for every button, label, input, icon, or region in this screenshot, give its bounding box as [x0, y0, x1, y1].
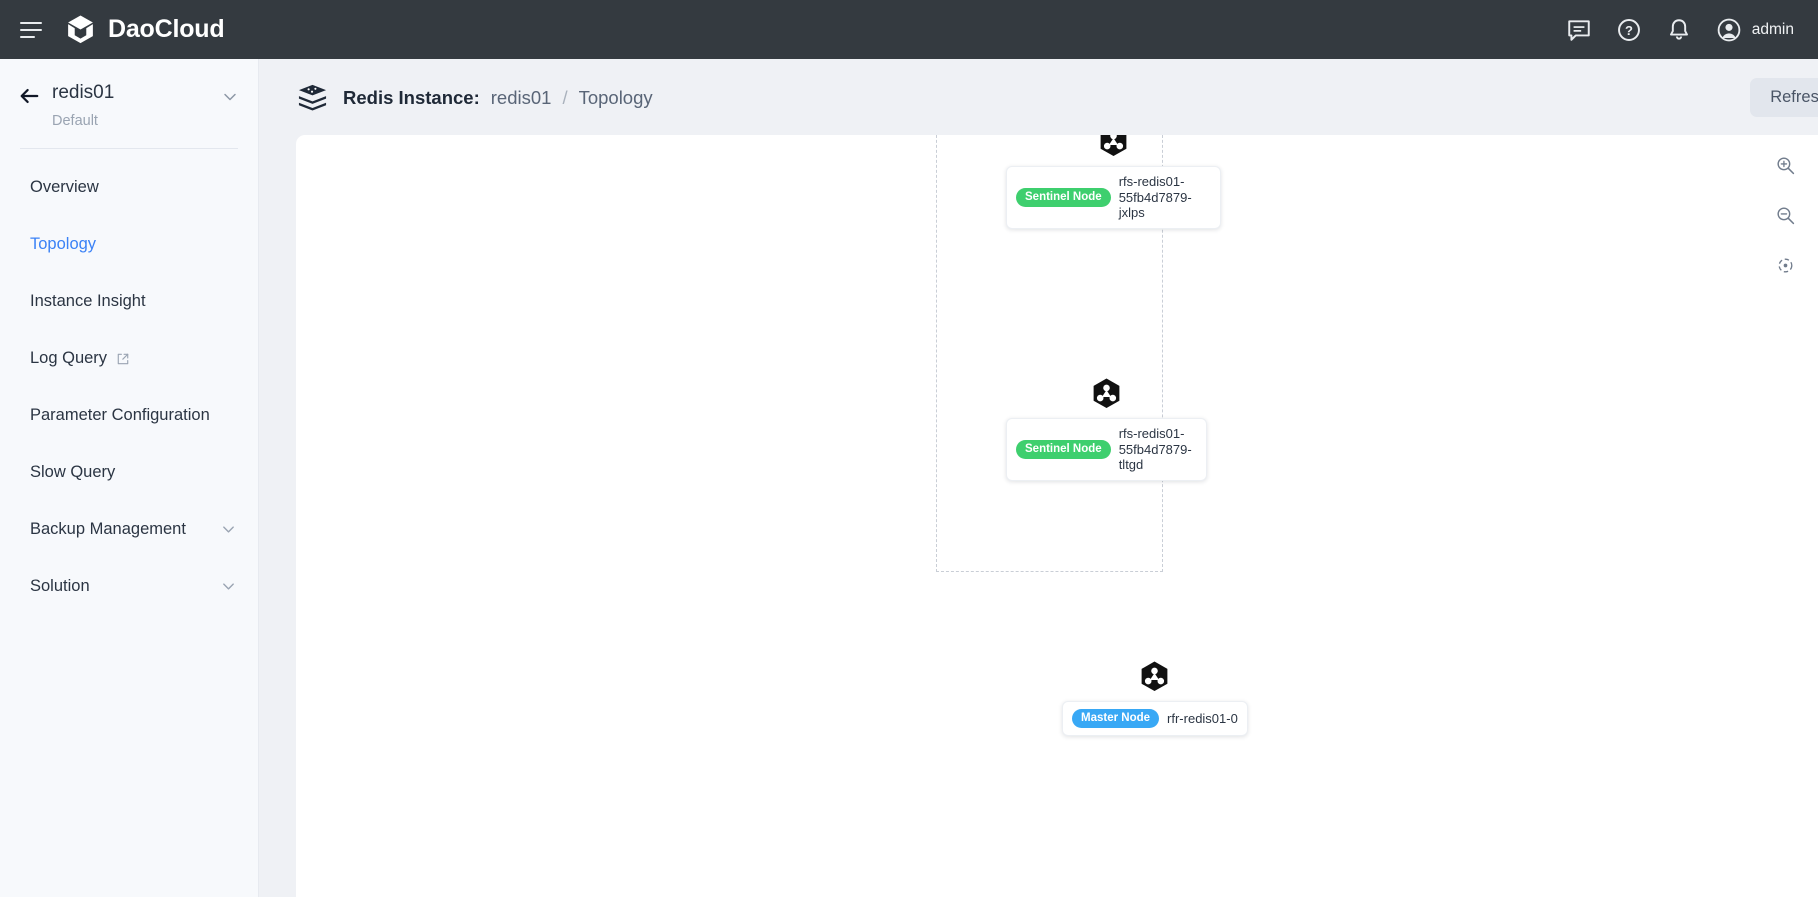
user-avatar-icon [1717, 18, 1741, 41]
breadcrumb: Redis Instance: redis01 / Topology Refre… [259, 59, 1818, 136]
sidebar: redis01 Default Overview Topology Instan… [0, 59, 259, 897]
brand-logo-group[interactable]: DaoCloud [64, 13, 225, 46]
pod-hexagon-icon [1142, 661, 1168, 692]
sidebar-item-solution[interactable]: Solution [0, 558, 258, 615]
status-badge: Sentinel Node [1016, 187, 1111, 207]
refresh-button[interactable]: Refresh [1750, 78, 1818, 117]
sidebar-item-label: Parameter Configuration [30, 406, 210, 424]
topology-node-sentinel-2[interactable]: Sentinel Node rfs-redis01-55fb4d7879-tlt… [1006, 377, 1207, 481]
external-link-icon [117, 353, 129, 364]
topology-node-sentinel-1[interactable]: Sentinel Node rfs-redis01-55fb4d7879-jxl… [1006, 135, 1221, 229]
help-icon[interactable]: ? [1616, 17, 1642, 43]
back-arrow-icon[interactable] [18, 85, 40, 107]
daocloud-logo-icon [68, 15, 93, 44]
chat-icon[interactable] [1566, 17, 1592, 43]
content-area: Redis Instance: redis01 / Topology Refre… [259, 59, 1818, 897]
topbar-actions: ? admin [1566, 17, 1794, 43]
sidebar-item-label: Overview [30, 178, 99, 196]
node-name: rfs-redis01-55fb4d7879-jxlps [1118, 174, 1192, 220]
breadcrumb-instance[interactable]: redis01 [491, 87, 552, 109]
bell-icon[interactable] [1666, 17, 1692, 43]
breadcrumb-label: Redis Instance: [343, 86, 480, 108]
sidebar-item-label: Log Query [30, 349, 108, 367]
top-navigation-bar: DaoCloud ? admin [0, 0, 1818, 59]
sidebar-item-label: Slow Query [30, 463, 116, 481]
sidebar-item-log-query[interactable]: Log Query [0, 330, 258, 387]
node-name: rfs-redis01-55fb4d7879-tltgd [1118, 426, 1192, 472]
node-card[interactable]: Sentinel Node rfs-redis01-55fb4d7879-jxl… [1006, 166, 1221, 229]
sidebar-item-slow-query[interactable]: Slow Query [0, 444, 258, 501]
pod-hexagon-icon [1100, 135, 1127, 157]
pod-hexagon-icon [1093, 378, 1120, 409]
user-name: admin [1751, 20, 1794, 38]
sidebar-instance-title: redis01 [52, 82, 115, 103]
redis-stack-icon [298, 84, 327, 111]
fit-view-icon[interactable] [1775, 255, 1796, 276]
node-name: rfr-redis01-0 [1167, 710, 1238, 726]
chevron-down-icon[interactable] [222, 89, 238, 105]
sidebar-item-topology[interactable]: Topology [0, 216, 258, 273]
canvas-zoom-controls [1775, 155, 1796, 276]
zoom-out-icon[interactable] [1775, 205, 1796, 226]
node-card[interactable]: Sentinel Node rfs-redis01-55fb4d7879-tlt… [1006, 418, 1207, 481]
sidebar-item-instance-insight[interactable]: Instance Insight [0, 273, 258, 330]
svg-text:?: ? [1625, 22, 1633, 37]
sidebar-header: redis01 Default [0, 59, 258, 129]
hamburger-icon[interactable] [20, 21, 42, 38]
sidebar-item-label: Solution [30, 577, 90, 595]
user-menu[interactable]: admin [1716, 17, 1794, 43]
brand-name: DaoCloud [108, 15, 225, 43]
breadcrumb-current: Topology [578, 86, 653, 108]
sidebar-item-overview[interactable]: Overview [0, 159, 258, 216]
breadcrumb-separator: / [562, 86, 568, 108]
topology-node-master[interactable]: Master Node rfr-redis01-0 [1062, 660, 1248, 736]
status-badge: Master Node [1072, 709, 1160, 728]
status-badge: Sentinel Node [1016, 439, 1111, 459]
sidebar-menu: Overview Topology Instance Insight Log Q… [0, 149, 258, 615]
sidebar-item-label: Backup Management [30, 520, 186, 538]
zoom-in-icon[interactable] [1775, 155, 1796, 176]
node-card[interactable]: Master Node rfr-redis01-0 [1062, 701, 1248, 736]
sidebar-item-backup-management[interactable]: Backup Management [0, 501, 258, 558]
chevron-down-icon [223, 583, 234, 590]
sidebar-item-label: Topology [30, 235, 97, 253]
sidebar-item-parameter-configuration[interactable]: Parameter Configuration [0, 387, 258, 444]
topology-canvas[interactable]: Sentinel Node rfs-redis01-55fb4d7879-jxl… [296, 135, 1818, 897]
sidebar-instance-subtitle: Default [52, 113, 98, 129]
sidebar-item-label: Instance Insight [30, 292, 146, 310]
chevron-down-icon [223, 526, 234, 533]
